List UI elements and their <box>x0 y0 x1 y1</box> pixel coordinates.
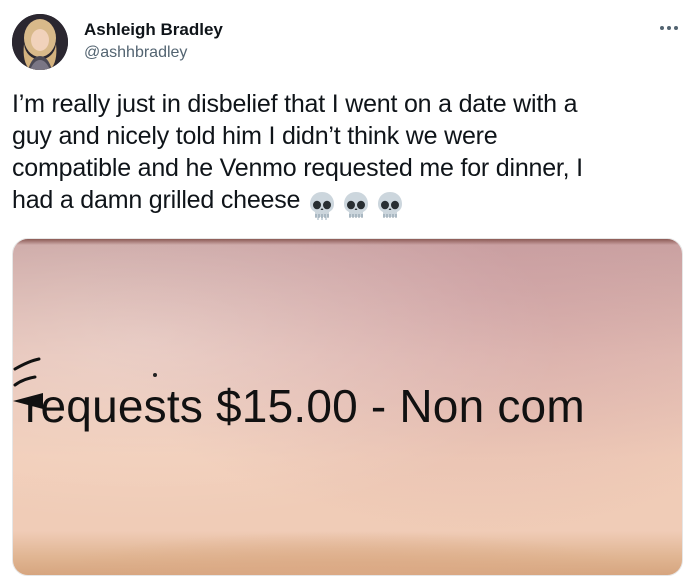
more-horizontal-icon <box>660 26 678 30</box>
avatar[interactable] <box>12 14 68 70</box>
tweet-text-line-content: had a damn grilled cheese <box>12 186 301 214</box>
photo-caption-text: requests $15.00 - Non com <box>25 380 585 432</box>
attached-photo[interactable]: requests $15.00 - Non com <box>12 238 683 576</box>
author-handle[interactable]: @ashhbradley <box>84 44 187 62</box>
author-name[interactable]: Ashleigh Bradley <box>84 20 223 40</box>
emoji-group <box>308 189 410 221</box>
tweet-text-line: compatible and he Venmo requested me for… <box>12 154 583 182</box>
photo-top-edge <box>13 239 682 245</box>
more-options-button[interactable] <box>655 18 683 38</box>
skull-icon <box>378 192 403 219</box>
tweet-text: I’m really just in disbelief that I went… <box>12 88 688 221</box>
photo-bottom-edge <box>13 531 682 575</box>
skull-icon <box>344 192 369 219</box>
tweet-text-line: I’m really just in disbelief that I went… <box>12 90 578 118</box>
avatar-image <box>12 14 68 70</box>
skull-icon <box>310 192 335 221</box>
tweet-text-line-last: had a damn grilled cheese <box>12 184 688 221</box>
photo-dot <box>153 373 157 377</box>
tweet-text-line: guy and nicely told him I didn’t think w… <box>12 122 498 150</box>
tweet-card: Ashleigh Bradley @ashhbradley I’m really… <box>0 0 700 586</box>
